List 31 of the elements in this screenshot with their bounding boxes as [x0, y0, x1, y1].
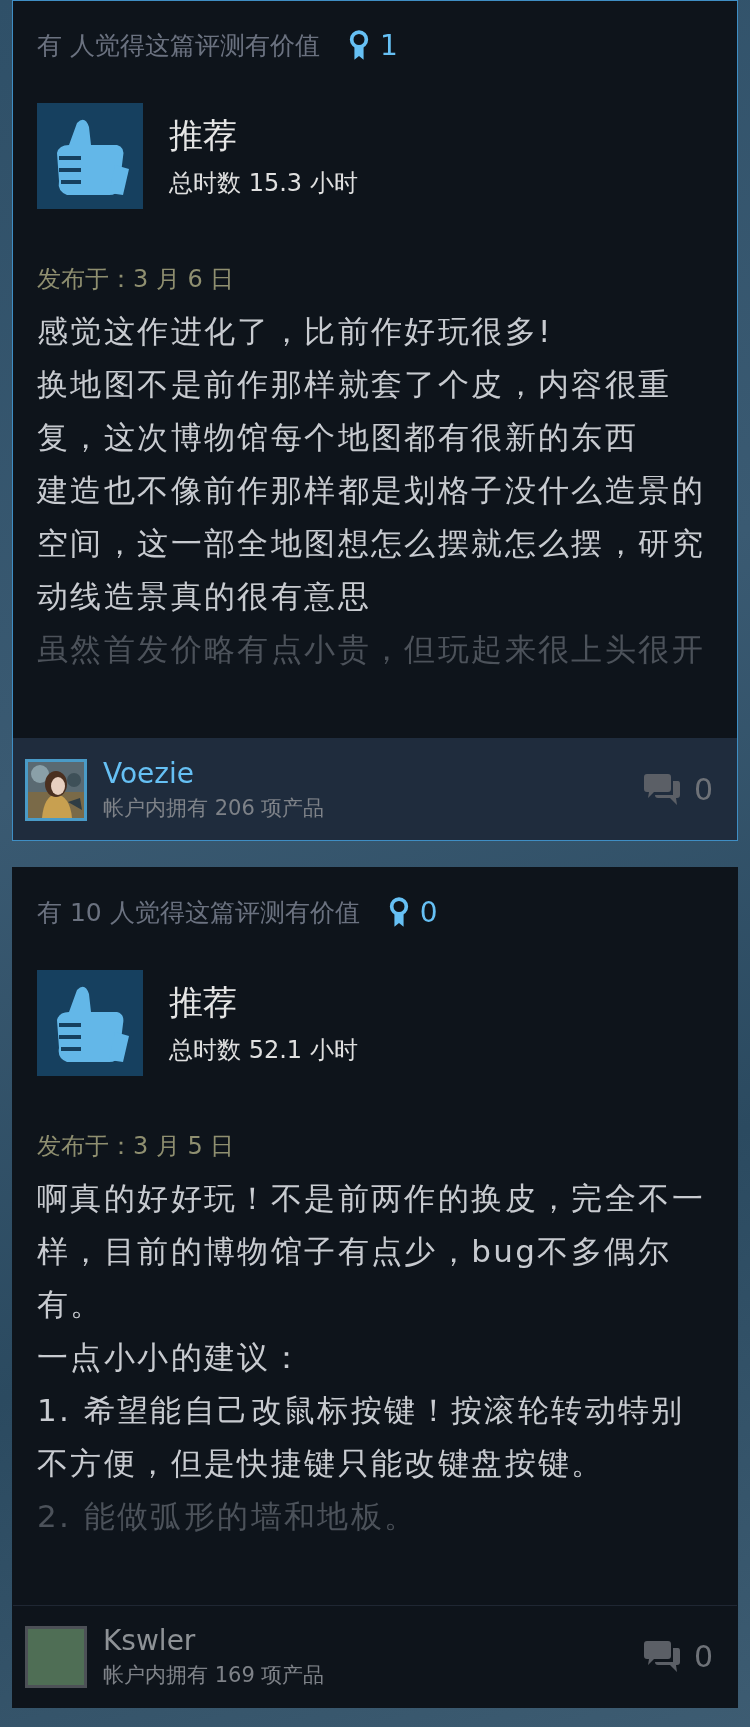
thumbs-up-icon: [37, 103, 143, 209]
playtime-text: 总时数 15.3 小时: [169, 168, 358, 199]
helpful-count-text: 有 人觉得这篇评测有价值: [37, 29, 320, 62]
review-paragraph: 感觉这作进化了，比前作好玩很多!: [37, 312, 554, 351]
verdict-title: 推荐: [169, 981, 238, 1024]
comments-icon[interactable]: [641, 1639, 682, 1674]
comment-count: 0: [693, 772, 713, 807]
review-paragraph: 一点小小的建议：: [37, 1338, 306, 1377]
verdict-title: 推荐: [169, 114, 238, 157]
award-count: 1: [379, 28, 398, 62]
review-card[interactable]: 有 10 人觉得这篇评测有价值 0 推荐 总时数 52.1 小时 发布于：3 月 5 日 啊真的好好玩！不是前两作的换皮，完全不一样，目前的博物馆子有点少，bug不多偶尔有。 一点小小的建议： 1. 希望能自己改鼠标按键！按滚轮转动特别不方便，但是快捷键只能改键盘按键。 2. 能做弧形的墙和地板。 Kswler 帐户内拥有 169 项产品 0: [12, 867, 738, 1708]
author-name-link[interactable]: Kswler: [103, 1624, 642, 1657]
owned-products-text: 帐户内拥有 169 项产品: [103, 1662, 326, 1689]
review-card[interactable]: 有 人觉得这篇评测有价值 1 推荐 总时数 15.3 小时 发布于：3 月 6 日 感觉这作进化了，比前作好玩很多! 换地图不是前作那样就套了个皮，内容很重复，这次博物馆每个地图都有很新的东西 建造也不像前作那样都是划格子没什么造景的空间，这一部全地图想怎么摆就怎么摆，研究动线造景真的很有意思 虽然首发价略有点小贵，但玩起来很上头很开 Voezie 帐户内拥有 206 项产品 0: [12, 0, 738, 841]
posted-date: 发布于：3 月 6 日: [37, 264, 236, 295]
review-paragraph: 2. 能做弧形的墙和地板。: [37, 1497, 419, 1536]
owned-products-text: 帐户内拥有 206 项产品: [103, 795, 326, 822]
thumbs-up-icon: [37, 970, 143, 1076]
review-paragraph: 1. 希望能自己改鼠标按键！按滚轮转动特别不方便，但是快捷键只能改键盘按键。: [37, 1391, 686, 1483]
review-paragraph: 虽然首发价略有点小贵，但玩起来很上头很开: [37, 630, 706, 669]
comment-count: 0: [693, 1639, 713, 1674]
review-paragraph: 换地图不是前作那样就套了个皮，内容很重复，这次博物馆每个地图都有很新的东西: [37, 365, 673, 457]
award-icon[interactable]: [347, 29, 370, 61]
review-paragraph: 啊真的好好玩！不是前两作的换皮，完全不一样，目前的博物馆子有点少，bug不多偶尔有。: [37, 1179, 706, 1324]
author-name-link[interactable]: Voezie: [103, 757, 642, 790]
award-icon[interactable]: [387, 896, 410, 928]
helpful-count-text: 有 10 人觉得这篇评测有价值: [37, 896, 360, 929]
playtime-text: 总时数 52.1 小时: [169, 1035, 358, 1066]
award-count: 0: [419, 895, 438, 929]
posted-date: 发布于：3 月 5 日: [37, 1131, 236, 1162]
review-paragraph: 建造也不像前作那样都是划格子没什么造景的空间，这一部全地图想怎么摆就怎么摆，研究动线造景真的很有意思: [37, 471, 706, 616]
